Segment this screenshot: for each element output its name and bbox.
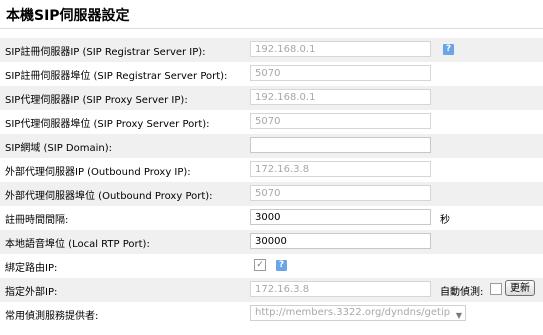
bind-route-ip-checkbox[interactable]: ✓ [254, 259, 266, 271]
title-divider [0, 28, 543, 29]
proxy-ip-label: SIP代理伺服器IP (SIP Proxy Server IP): [5, 95, 188, 106]
auto-detect-label: 自動偵測: [440, 287, 484, 298]
row-detect-provider: 常用偵測服務提供者: http://members.3322.org/dyndn… [0, 302, 543, 326]
row-proxy-port: SIP代理伺服器埠位 (SIP Proxy Server Port): [0, 110, 543, 134]
row-register-interval: 註冊時間間隔: 秒 [0, 206, 543, 230]
registrar-ip-input[interactable] [250, 41, 431, 57]
local-rtp-port-input[interactable] [250, 233, 431, 249]
outbound-port-label: 外部代理伺服器埠位 (Outbound Proxy Port): [5, 191, 213, 202]
external-ip-input[interactable] [250, 281, 431, 297]
auto-detect-checkbox[interactable] [490, 283, 502, 295]
detect-provider-select[interactable]: http://members.3322.org/dyndns/getip ▼ [250, 305, 466, 321]
chevron-down-icon: ▼ [455, 311, 462, 320]
registrar-port-label: SIP註冊伺服器埠位 (SIP Registrar Server Port): [5, 71, 228, 82]
proxy-port-label: SIP代理伺服器埠位 (SIP Proxy Server Port): [5, 119, 210, 130]
seconds-unit: 秒 [440, 215, 450, 226]
registrar-ip-label: SIP註冊伺服器IP (SIP Registrar Server IP): [5, 47, 206, 58]
register-interval-label: 註冊時間間隔: [5, 215, 69, 226]
outbound-ip-input[interactable] [250, 161, 431, 177]
row-sip-domain: SIP網域 (SIP Domain): [0, 134, 543, 158]
help-icon[interactable]: ? [276, 260, 287, 271]
bind-route-ip-label: 綁定路由IP: [5, 263, 58, 274]
outbound-ip-label: 外部代理伺服器IP (Outbound Proxy IP): [5, 167, 191, 178]
help-icon[interactable]: ? [443, 44, 454, 55]
row-bind-route-ip: 綁定路由IP: ✓ ? [0, 254, 543, 278]
row-outbound-ip: 外部代理伺服器IP (Outbound Proxy IP): [0, 158, 543, 182]
row-local-rtp-port: 本地語音埠位 (Local RTP Port): [0, 230, 543, 254]
register-interval-input[interactable] [250, 209, 431, 225]
row-outbound-port: 外部代理伺服器埠位 (Outbound Proxy Port): [0, 182, 543, 206]
sip-domain-label: SIP網域 (SIP Domain): [5, 143, 112, 154]
row-registrar-port: SIP註冊伺服器埠位 (SIP Registrar Server Port): [0, 62, 543, 86]
sip-domain-input[interactable] [250, 137, 431, 153]
detect-provider-value: http://members.3322.org/dyndns/getip [255, 307, 451, 318]
detect-provider-label: 常用偵測服務提供者: [5, 311, 99, 322]
registrar-port-input[interactable] [250, 65, 431, 81]
proxy-port-input[interactable] [250, 113, 431, 129]
row-proxy-ip: SIP代理伺服器IP (SIP Proxy Server IP): [0, 86, 543, 110]
outbound-port-input[interactable] [250, 185, 431, 201]
local-rtp-port-label: 本地語音埠位 (Local RTP Port): [5, 239, 150, 250]
page-title: 本機SIP伺服器設定 [6, 8, 130, 24]
proxy-ip-input[interactable] [250, 89, 431, 105]
refresh-button[interactable]: 更新 [505, 280, 535, 296]
external-ip-label: 指定外部IP: [5, 287, 58, 298]
row-external-ip: 指定外部IP: 自動偵測: 更新 [0, 278, 543, 302]
row-registrar-ip: SIP註冊伺服器IP (SIP Registrar Server IP): ? [0, 38, 543, 62]
